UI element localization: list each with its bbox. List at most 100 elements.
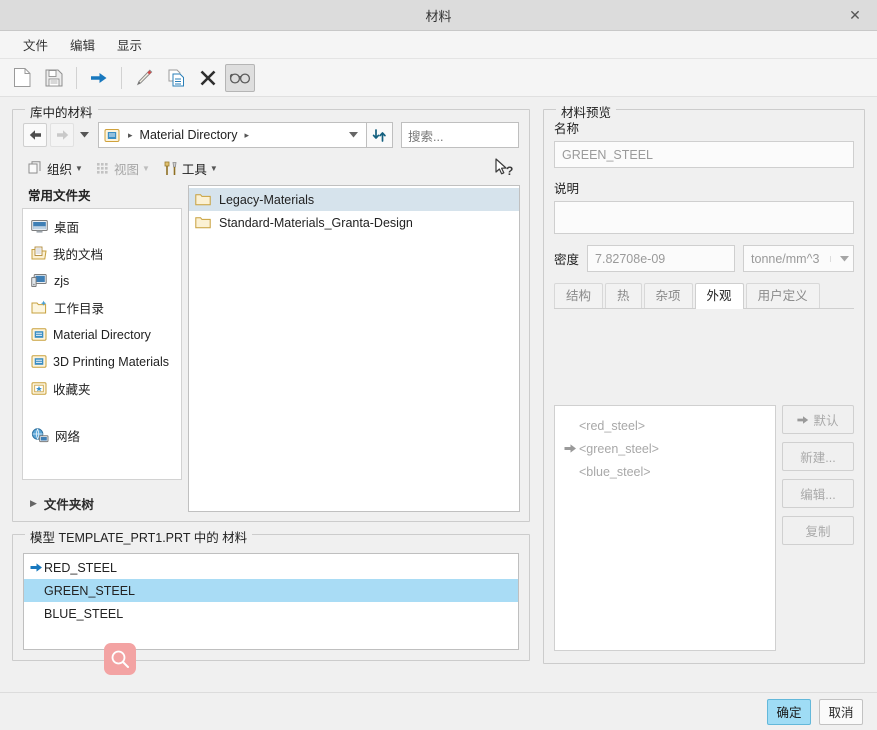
tab-thermal[interactable]: 热 bbox=[605, 283, 642, 308]
material-label: BLUE_STEEL bbox=[44, 606, 124, 621]
favorites-icon bbox=[31, 381, 47, 396]
place-network[interactable]: 网络 bbox=[23, 422, 181, 449]
printing-materials-icon bbox=[31, 354, 47, 369]
place-desktop[interactable]: 桌面 bbox=[23, 213, 181, 240]
appearance-list[interactable]: <red_steel> <green_steel> <blue_steel> bbox=[554, 405, 776, 651]
menu-file[interactable]: 文件 bbox=[12, 32, 59, 57]
view-grid-icon bbox=[96, 162, 111, 175]
edit-pencil-icon[interactable] bbox=[129, 64, 159, 92]
cancel-button[interactable]: 取消 bbox=[819, 698, 863, 725]
place-3d-printing-materials[interactable]: 3D Printing Materials bbox=[23, 348, 181, 375]
place-label: 我的文档 bbox=[53, 248, 104, 262]
edit-button-label: 编辑... bbox=[800, 488, 836, 502]
name-label: 名称 bbox=[554, 122, 580, 136]
places-gap bbox=[23, 402, 181, 422]
current-arrow-icon bbox=[28, 562, 44, 573]
place-my-documents[interactable]: 我的文档 bbox=[23, 240, 181, 267]
default-button[interactable]: 默认 bbox=[782, 405, 854, 434]
close-icon[interactable]: ✕ bbox=[833, 0, 877, 30]
density-field[interactable]: 7.82708e-09 bbox=[587, 245, 736, 272]
property-tabs: 结构 热 杂项 外观 用户定义 bbox=[554, 283, 854, 309]
appearance-label: <green_steel> bbox=[579, 441, 659, 456]
folder-list[interactable]: Legacy-Materials Standard-Materials_Gran… bbox=[188, 185, 520, 512]
tab-structure[interactable]: 结构 bbox=[554, 283, 604, 308]
copy-button-label: 复制 bbox=[805, 525, 831, 539]
material-row-blue-steel[interactable]: BLUE_STEEL bbox=[24, 602, 518, 625]
new-button[interactable]: 新建... bbox=[782, 442, 854, 471]
computer-icon bbox=[31, 273, 48, 288]
forward-button[interactable] bbox=[50, 123, 74, 147]
breadcrumb-material-directory[interactable]: Material Directory bbox=[138, 126, 240, 144]
appearance-row-blue-steel[interactable]: <blue_steel> bbox=[555, 460, 775, 483]
search-input[interactable]: 搜索... bbox=[401, 122, 519, 148]
organize-menu[interactable]: 组织 ▼ bbox=[23, 157, 88, 180]
refresh-icon[interactable] bbox=[367, 122, 393, 148]
edit-button[interactable]: 编辑... bbox=[782, 479, 854, 508]
density-unit-value: tonne/mm^3 bbox=[751, 251, 820, 266]
delete-x-icon[interactable] bbox=[193, 64, 223, 92]
material-label: GREEN_STEEL bbox=[44, 583, 136, 598]
chevron-down-icon: ▼ bbox=[141, 163, 150, 173]
name-field[interactable]: GREEN_STEEL bbox=[554, 141, 854, 168]
place-material-directory[interactable]: Material Directory bbox=[23, 321, 181, 348]
tab-misc[interactable]: 杂项 bbox=[643, 283, 693, 308]
place-zjs[interactable]: zjs bbox=[23, 267, 181, 294]
folder-row-standard-materials[interactable]: Standard-Materials_Granta-Design bbox=[189, 211, 519, 234]
copy-icon[interactable] bbox=[161, 64, 191, 92]
organize-icon bbox=[28, 161, 44, 175]
menu-edit[interactable]: 编辑 bbox=[59, 32, 106, 57]
model-materials-list[interactable]: RED_STEEL GREEN_STEEL BLUE_STEEL bbox=[23, 553, 519, 650]
place-label: 网络 bbox=[55, 430, 81, 444]
network-icon bbox=[31, 427, 49, 444]
appearance-label: <blue_steel> bbox=[579, 464, 651, 479]
material-row-red-steel[interactable]: RED_STEEL bbox=[24, 556, 518, 579]
back-button[interactable] bbox=[23, 123, 47, 147]
new-button-label: 新建... bbox=[800, 451, 836, 465]
tools-hammer-icon bbox=[164, 161, 179, 176]
window-title: 材料 bbox=[425, 8, 452, 24]
show-glasses-icon[interactable] bbox=[225, 63, 255, 92]
place-label: 桌面 bbox=[54, 221, 80, 235]
new-icon[interactable] bbox=[7, 64, 37, 92]
recent-locations-chevron-down-icon[interactable] bbox=[74, 123, 94, 147]
folder-tree-toggle[interactable]: ▶ 文件夹树 bbox=[22, 488, 182, 513]
view-menu[interactable]: 视图 ▼ bbox=[92, 157, 155, 180]
density-unit-select[interactable]: tonne/mm^3 bbox=[743, 245, 854, 272]
save-icon[interactable] bbox=[39, 64, 69, 92]
density-label: 密度 bbox=[554, 253, 580, 267]
menu-view[interactable]: 显示 bbox=[106, 32, 153, 57]
folder-row-legacy-materials[interactable]: Legacy-Materials bbox=[189, 188, 519, 211]
material-label: RED_STEEL bbox=[44, 560, 117, 575]
places-pane: 常用文件夹 桌面 我的文档 zjs 工作目录 Material Director… bbox=[22, 185, 182, 512]
tab-appearance[interactable]: 外观 bbox=[694, 283, 744, 309]
appearance-buttons: 默认 新建... 编辑... 复制 bbox=[782, 405, 854, 553]
description-label: 说明 bbox=[554, 182, 580, 196]
material-row-green-steel[interactable]: GREEN_STEEL bbox=[24, 579, 518, 602]
chevron-right-icon: ▶ bbox=[30, 498, 37, 508]
material-directory-icon bbox=[31, 327, 47, 342]
dialog-footer: 确定 取消 bbox=[0, 692, 877, 730]
address-bar[interactable]: ▸ Material Directory ▸ bbox=[98, 122, 367, 148]
place-label: 工作目录 bbox=[54, 302, 105, 316]
breadcrumb-separator-1: ▸ bbox=[128, 129, 133, 140]
appearance-row-red-steel[interactable]: <red_steel> bbox=[555, 414, 775, 437]
description-field[interactable] bbox=[554, 201, 854, 234]
view-label: 视图 bbox=[113, 162, 139, 177]
documents-icon bbox=[31, 246, 47, 261]
current-arrow-icon bbox=[561, 443, 579, 454]
ok-button[interactable]: 确定 bbox=[767, 698, 811, 725]
appearance-row-green-steel[interactable]: <green_steel> bbox=[555, 437, 775, 460]
places-list: 桌面 我的文档 zjs 工作目录 Material Directory 3D P… bbox=[22, 208, 182, 480]
places-title: 常用文件夹 bbox=[28, 189, 91, 203]
breadcrumb-separator-2[interactable]: ▸ bbox=[239, 130, 254, 141]
toolbar bbox=[0, 59, 877, 97]
address-chevron-down-icon[interactable] bbox=[343, 132, 364, 138]
library-materials-group: 库中的材料 ▸ Material Directory ▸ 搜索... 组织 ▼ … bbox=[12, 102, 530, 522]
tools-menu[interactable]: 工具 ▼ bbox=[159, 157, 223, 180]
assign-arrow-icon[interactable] bbox=[84, 64, 114, 92]
place-working-directory[interactable]: 工作目录 bbox=[23, 294, 181, 321]
tab-user-defined[interactable]: 用户定义 bbox=[745, 283, 820, 308]
organize-label: 组织 bbox=[47, 162, 73, 177]
copy-button[interactable]: 复制 bbox=[782, 516, 854, 545]
place-favorites[interactable]: 收藏夹 bbox=[23, 375, 181, 402]
